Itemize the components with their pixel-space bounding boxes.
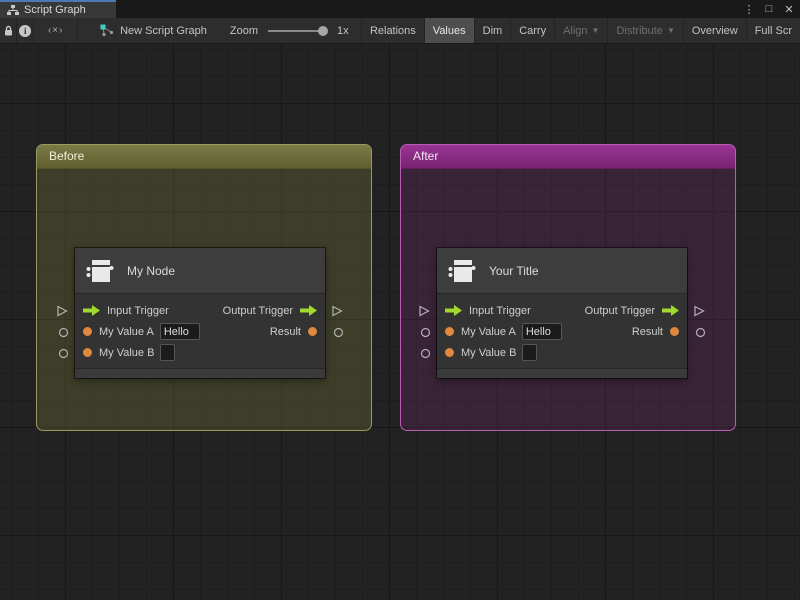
- port-label: Result: [632, 326, 663, 338]
- info-button[interactable]: i: [17, 18, 34, 43]
- node-footer: [437, 368, 687, 378]
- lock-button[interactable]: [0, 18, 17, 43]
- chevron-down-icon: ▼: [592, 26, 600, 35]
- window-menu-icon[interactable]: ⋮: [742, 3, 756, 16]
- value-row-b: My Value B: [75, 342, 325, 363]
- node-title: Your Title: [489, 264, 539, 278]
- external-trigger-port-icon[interactable]: [56, 305, 68, 317]
- lock-icon: [3, 25, 14, 37]
- close-icon[interactable]: ✕: [782, 3, 796, 16]
- info-icon: i: [19, 25, 31, 37]
- tab-title: Script Graph: [24, 4, 86, 16]
- graph-hierarchy-icon: [7, 5, 19, 16]
- node-header[interactable]: Your Title: [437, 248, 687, 294]
- external-trigger-port-icon[interactable]: [331, 305, 343, 317]
- value-output-port[interactable]: [308, 327, 317, 336]
- port-label: My Value A: [461, 326, 516, 338]
- code-preview-button[interactable]: ‹×›: [34, 18, 78, 43]
- distribute-dropdown[interactable]: Distribute▼: [608, 18, 683, 43]
- group-title: After: [413, 149, 438, 163]
- value-input-port[interactable]: [83, 327, 92, 336]
- exec-input-port[interactable]: [445, 305, 462, 316]
- zoom-slider-thumb[interactable]: [318, 26, 328, 36]
- node-footer: [75, 368, 325, 378]
- zoom-value: 1x: [331, 18, 355, 43]
- value-row-a: My Value A Result: [75, 321, 325, 342]
- window-controls: ⋮ □ ✕: [742, 0, 796, 18]
- zoom-slider[interactable]: [268, 30, 327, 32]
- new-script-graph-button[interactable]: New Script Graph: [90, 18, 217, 43]
- graph-canvas[interactable]: Before After My Node Input Trigger Outpu…: [0, 44, 800, 600]
- relations-button[interactable]: Relations: [362, 18, 425, 43]
- port-label: Input Trigger: [469, 305, 531, 317]
- external-value-port-icon[interactable]: [419, 326, 431, 338]
- exec-output-port[interactable]: [300, 305, 317, 316]
- port-label: Output Trigger: [223, 305, 293, 317]
- dim-button[interactable]: Dim: [475, 18, 512, 43]
- external-value-port-icon[interactable]: [57, 347, 69, 359]
- chevron-down-icon: ▼: [667, 26, 675, 35]
- value-input-port[interactable]: [445, 348, 454, 357]
- value-input-port[interactable]: [83, 348, 92, 357]
- unit-icon: [447, 256, 477, 286]
- zoom-label: Zoom: [224, 18, 264, 43]
- script-graph-window: Script Graph ⋮ □ ✕ i ‹×› New Script Grap…: [0, 0, 800, 600]
- value-a-field[interactable]: [160, 323, 200, 340]
- code-icon: ‹×›: [48, 25, 64, 36]
- node-ports: Input Trigger Output Trigger My Value A …: [75, 294, 325, 368]
- overview-button[interactable]: Overview: [684, 18, 747, 43]
- carry-button[interactable]: Carry: [511, 18, 555, 43]
- trigger-row: Input Trigger Output Trigger: [437, 300, 687, 321]
- node-ports: Input Trigger Output Trigger My Value A …: [437, 294, 687, 368]
- port-label: Input Trigger: [107, 305, 169, 317]
- external-value-port-icon[interactable]: [419, 347, 431, 359]
- exec-input-port[interactable]: [83, 305, 100, 316]
- unit-icon: [85, 256, 115, 286]
- value-output-port[interactable]: [670, 327, 679, 336]
- value-row-a: My Value A Result: [437, 321, 687, 342]
- graph-node-icon: [100, 24, 114, 37]
- value-b-field[interactable]: [160, 344, 175, 361]
- external-value-port-icon[interactable]: [332, 326, 344, 338]
- fullscreen-button[interactable]: Full Scr: [747, 18, 800, 43]
- tab-script-graph[interactable]: Script Graph: [0, 0, 116, 18]
- port-label: Result: [270, 326, 301, 338]
- node-title: My Node: [127, 264, 175, 278]
- port-label: My Value B: [461, 347, 516, 359]
- group-title: Before: [49, 149, 84, 163]
- port-label: Output Trigger: [585, 305, 655, 317]
- node-header[interactable]: My Node: [75, 248, 325, 294]
- value-input-port[interactable]: [445, 327, 454, 336]
- maximize-icon[interactable]: □: [762, 3, 776, 15]
- align-dropdown[interactable]: Align▼: [555, 18, 608, 43]
- new-script-graph-label: New Script Graph: [120, 25, 207, 37]
- tab-bar: Script Graph ⋮ □ ✕: [0, 0, 800, 18]
- external-trigger-port-icon[interactable]: [418, 305, 430, 317]
- exec-output-port[interactable]: [662, 305, 679, 316]
- node-your-title[interactable]: Your Title Input Trigger Output Trigger …: [437, 248, 687, 378]
- value-b-field[interactable]: [522, 344, 537, 361]
- graph-toolbar: i ‹×› New Script Graph Zoom 1x Relations…: [0, 18, 800, 44]
- port-label: My Value A: [99, 326, 154, 338]
- value-a-field[interactable]: [522, 323, 562, 340]
- node-my-node[interactable]: My Node Input Trigger Output Trigger My …: [75, 248, 325, 378]
- external-trigger-port-icon[interactable]: [693, 305, 705, 317]
- group-after-header[interactable]: After: [401, 145, 735, 169]
- external-value-port-icon[interactable]: [57, 326, 69, 338]
- external-value-port-icon[interactable]: [694, 326, 706, 338]
- port-label: My Value B: [99, 347, 154, 359]
- group-before-header[interactable]: Before: [37, 145, 371, 169]
- values-button[interactable]: Values: [425, 18, 475, 43]
- value-row-b: My Value B: [437, 342, 687, 363]
- trigger-row: Input Trigger Output Trigger: [75, 300, 325, 321]
